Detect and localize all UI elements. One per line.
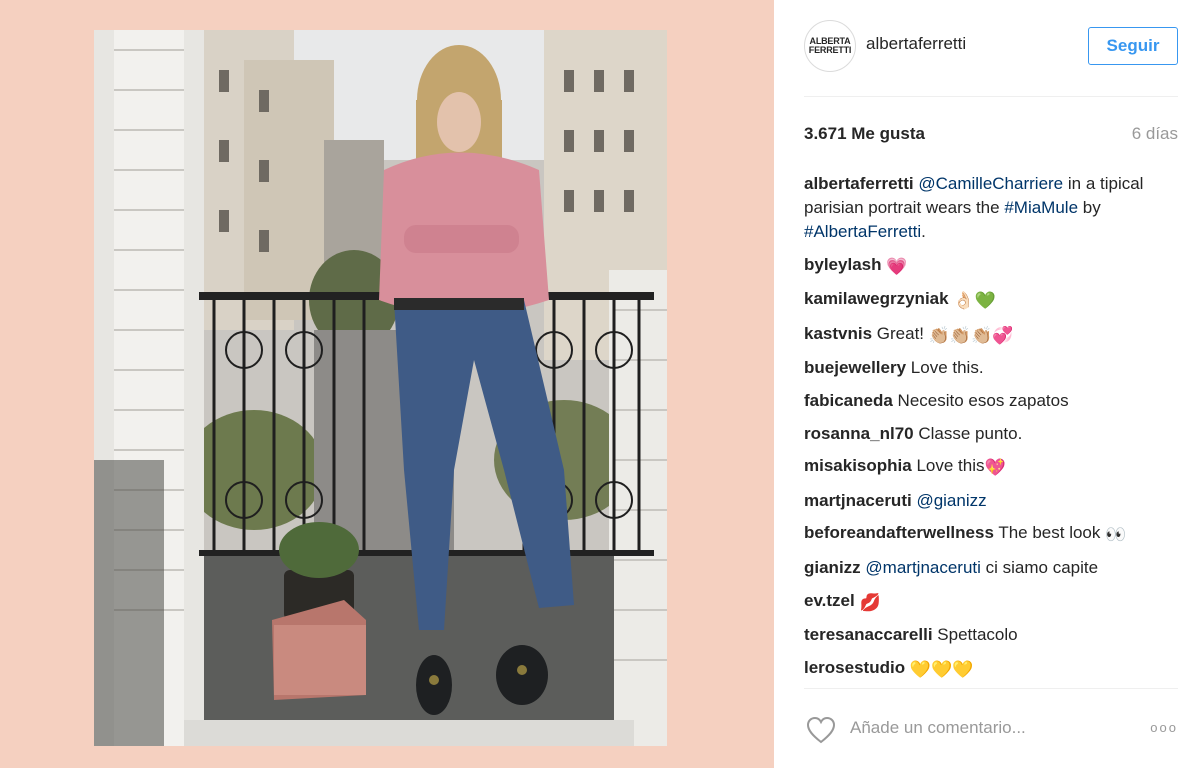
comment-user[interactable]: buejewellery bbox=[804, 358, 906, 377]
list-item: misakisophia Love this💖 bbox=[804, 454, 1178, 480]
list-item: martjnaceruti @gianizz bbox=[804, 489, 1178, 513]
list-item: beforeandafterwellness The best look 👀 bbox=[804, 521, 1178, 547]
heart-icon[interactable] bbox=[806, 716, 836, 749]
comment-text: The best look bbox=[998, 523, 1106, 543]
comment-text: ci siamo capite bbox=[980, 557, 1099, 577]
more-options-icon[interactable]: ooo bbox=[1150, 720, 1178, 735]
comment-emoji: 💛💛💛 bbox=[909, 659, 974, 679]
list-item: byleylash 💗 bbox=[804, 253, 1178, 279]
divider bbox=[804, 96, 1178, 97]
list-item: fabicaneda Necesito esos zapatos bbox=[804, 389, 1178, 413]
comment-text: Classe punto. bbox=[918, 423, 1023, 443]
comment-mention[interactable]: @martjnaceruti bbox=[865, 558, 981, 577]
comment-text: Love this bbox=[916, 456, 985, 476]
list-item: lerosestudio 💛💛💛 bbox=[804, 656, 1178, 682]
likes-count[interactable]: 3.671 Me gusta bbox=[804, 124, 925, 144]
divider bbox=[804, 688, 1178, 689]
avatar-text-line2: FERRETTI bbox=[808, 45, 852, 55]
list-item: buejewellery Love this. bbox=[804, 356, 1178, 380]
comment-text: Great! bbox=[876, 323, 929, 343]
comment-input[interactable]: Añade un comentario... bbox=[850, 718, 1026, 738]
comment-user[interactable]: byleylash bbox=[804, 255, 882, 274]
media-panel bbox=[0, 0, 774, 768]
comment-user[interactable]: kastvnis bbox=[804, 324, 872, 343]
comment-user[interactable]: gianizz bbox=[804, 558, 861, 577]
comment-user[interactable]: kamilawegrzyniak bbox=[804, 289, 949, 308]
comment-emoji: 👏🏼👏🏼👏🏼💞 bbox=[928, 325, 1014, 345]
instagram-post-view: ALBERTA FERRETTI albertaferretti Seguir … bbox=[0, 0, 1200, 768]
comment-user[interactable]: martjnaceruti bbox=[804, 491, 912, 510]
comment-user[interactable]: beforeandafterwellness bbox=[804, 523, 994, 542]
comment-emoji: 👌🏻💚 bbox=[953, 291, 996, 311]
comment-user[interactable]: lerosestudio bbox=[804, 658, 905, 677]
list-item: kastvnis Great! 👏🏼👏🏼👏🏼💞 bbox=[804, 322, 1178, 348]
caption-mention[interactable]: @CamilleCharriere bbox=[918, 174, 1063, 193]
comment-emoji: 💗 bbox=[886, 256, 908, 276]
caption-hashtag[interactable]: #AlbertaFerretti bbox=[804, 222, 921, 241]
comment-text: Love this. bbox=[910, 358, 984, 378]
post-username[interactable]: albertaferretti bbox=[866, 34, 966, 54]
comment-text: Necesito esos zapatos bbox=[897, 390, 1069, 410]
caption-text: by bbox=[1078, 198, 1101, 217]
comment-text: Spettacolo bbox=[937, 625, 1018, 645]
caption-user[interactable]: albertaferretti bbox=[804, 174, 914, 193]
caption-text: . bbox=[921, 222, 926, 241]
comment-user[interactable]: misakisophia bbox=[804, 456, 912, 475]
post-meta: 3.671 Me gusta 6 días bbox=[804, 124, 1178, 148]
comments-list[interactable]: albertaferretti @CamilleCharriere in a t… bbox=[804, 172, 1178, 686]
comment-user[interactable]: rosanna_nl70 bbox=[804, 424, 914, 443]
post-header: ALBERTA FERRETTI albertaferretti Seguir bbox=[804, 20, 1180, 76]
photo-illustration bbox=[94, 30, 667, 746]
post-photo[interactable] bbox=[94, 30, 667, 746]
post-side-panel: ALBERTA FERRETTI albertaferretti Seguir … bbox=[774, 0, 1200, 768]
comment-emoji: 👀 bbox=[1105, 525, 1127, 545]
caption: albertaferretti @CamilleCharriere in a t… bbox=[804, 172, 1178, 244]
comment-emoji: 💖 bbox=[984, 458, 1006, 478]
avatar[interactable]: ALBERTA FERRETTI bbox=[804, 20, 856, 72]
comment-user[interactable]: ev.tzel bbox=[804, 591, 855, 610]
list-item: gianizz @martjnaceruti ci siamo capite bbox=[804, 556, 1178, 580]
follow-button[interactable]: Seguir bbox=[1088, 27, 1178, 65]
comment-user[interactable]: fabicaneda bbox=[804, 391, 893, 410]
comment-mention[interactable]: @gianizz bbox=[916, 491, 986, 510]
list-item: rosanna_nl70 Classe punto. bbox=[804, 422, 1178, 446]
caption-hashtag[interactable]: #MiaMule bbox=[1004, 198, 1078, 217]
list-item: kamilawegrzyniak 👌🏻💚 bbox=[804, 287, 1178, 313]
comment-user[interactable]: teresanaccarelli bbox=[804, 625, 933, 644]
list-item: ev.tzel 💋 bbox=[804, 589, 1178, 615]
list-item: teresanaccarelli Spettacolo bbox=[804, 623, 1178, 647]
post-actions: Añade un comentario... ooo bbox=[804, 712, 1178, 752]
comment-emoji: 💋 bbox=[859, 592, 881, 612]
post-time[interactable]: 6 días bbox=[1132, 124, 1178, 144]
